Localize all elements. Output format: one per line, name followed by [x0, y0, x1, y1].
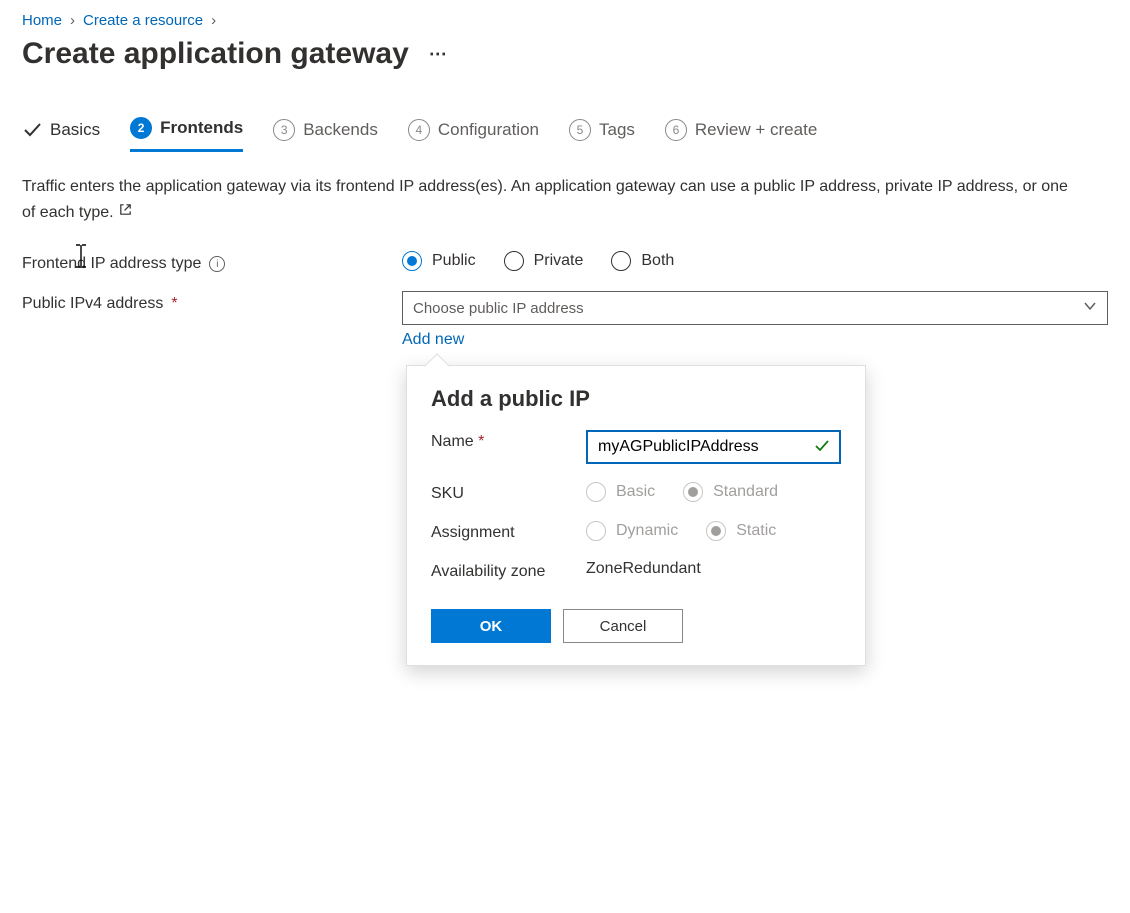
more-actions-button[interactable]: ⋯: [429, 44, 449, 65]
step-number-badge: 2: [130, 117, 152, 139]
radio-both[interactable]: Both: [611, 251, 674, 271]
radio-assignment-static: Static: [706, 521, 776, 541]
radio-dot-icon: [611, 251, 631, 271]
step-number-badge: 4: [408, 119, 430, 141]
tab-label: Tags: [599, 120, 635, 140]
radio-sku-basic: Basic: [586, 482, 655, 502]
checkmark-icon: [22, 120, 42, 140]
frontend-ip-type-radio-group: Public Private Both: [402, 251, 1108, 271]
radio-dot-icon: [683, 482, 703, 502]
wizard-tabs: Basics 2 Frontends 3 Backends 4 Configur…: [22, 111, 1108, 152]
tab-tags[interactable]: 5 Tags: [569, 113, 635, 151]
breadcrumb-create-resource[interactable]: Create a resource: [83, 12, 203, 29]
callout-title: Add a public IP: [431, 386, 841, 412]
external-link-icon[interactable]: [118, 200, 133, 226]
radio-label: Both: [641, 252, 674, 270]
tab-frontends[interactable]: 2 Frontends: [130, 111, 243, 152]
radio-label: Dynamic: [616, 522, 678, 540]
tab-label: Review + create: [695, 120, 817, 140]
tab-basics[interactable]: Basics: [22, 114, 100, 150]
public-ip-select[interactable]: Choose public IP address: [402, 291, 1108, 325]
radio-label: Basic: [616, 483, 655, 501]
required-indicator: *: [478, 433, 484, 450]
tab-label: Basics: [50, 120, 100, 140]
sku-label: SKU: [431, 482, 586, 503]
tab-configuration[interactable]: 4 Configuration: [408, 113, 539, 151]
name-label: Name *: [431, 430, 586, 451]
radio-private[interactable]: Private: [504, 251, 584, 271]
radio-sku-standard: Standard: [683, 482, 778, 502]
radio-label: Public: [432, 252, 476, 270]
assignment-label: Assignment: [431, 521, 586, 542]
add-public-ip-callout: Add a public IP Name *: [406, 365, 866, 666]
sku-radio-group: Basic Standard: [586, 482, 841, 502]
radio-label: Private: [534, 252, 584, 270]
public-ip-name-input[interactable]: [596, 437, 813, 457]
info-icon[interactable]: i: [209, 256, 225, 272]
required-indicator: *: [171, 295, 177, 313]
step-number-badge: 6: [665, 119, 687, 141]
public-ip-label: Public IPv4 address *: [22, 291, 402, 313]
chevron-right-icon: ›: [211, 12, 216, 29]
chevron-down-icon: [1083, 299, 1097, 317]
validation-check-icon: [813, 437, 831, 458]
availability-zone-value: ZoneRedundant: [586, 560, 701, 577]
radio-dot-icon: [706, 521, 726, 541]
breadcrumb: Home › Create a resource ›: [22, 12, 1108, 29]
radio-label: Static: [736, 522, 776, 540]
tab-label: Configuration: [438, 120, 539, 140]
radio-label: Standard: [713, 483, 778, 501]
radio-dot-icon: [586, 521, 606, 541]
breadcrumb-home[interactable]: Home: [22, 12, 62, 29]
step-number-badge: 5: [569, 119, 591, 141]
radio-dot-icon: [586, 482, 606, 502]
radio-public[interactable]: Public: [402, 251, 476, 271]
radio-dot-icon: [402, 251, 422, 271]
tab-backends[interactable]: 3 Backends: [273, 113, 378, 151]
frontends-description: Traffic enters the application gateway v…: [22, 174, 1082, 225]
name-input-wrapper: [586, 430, 841, 464]
step-number-badge: 3: [273, 119, 295, 141]
radio-assignment-dynamic: Dynamic: [586, 521, 678, 541]
description-text: Traffic enters the application gateway v…: [22, 178, 1068, 221]
page-title-text: Create application gateway: [22, 37, 409, 71]
frontend-ip-type-label: Frontend IP address type i: [22, 251, 402, 273]
tab-review-create[interactable]: 6 Review + create: [665, 113, 817, 151]
tab-label: Backends: [303, 120, 378, 140]
add-new-public-ip-link[interactable]: Add new: [402, 331, 464, 349]
chevron-right-icon: ›: [70, 12, 75, 29]
assignment-radio-group: Dynamic Static: [586, 521, 841, 541]
cancel-button[interactable]: Cancel: [563, 609, 683, 643]
select-placeholder: Choose public IP address: [413, 300, 584, 317]
ok-button[interactable]: OK: [431, 609, 551, 643]
availability-zone-label: Availability zone: [431, 560, 586, 581]
radio-dot-icon: [504, 251, 524, 271]
page-title: Create application gateway ⋯: [22, 37, 1108, 71]
tab-label: Frontends: [160, 118, 243, 138]
